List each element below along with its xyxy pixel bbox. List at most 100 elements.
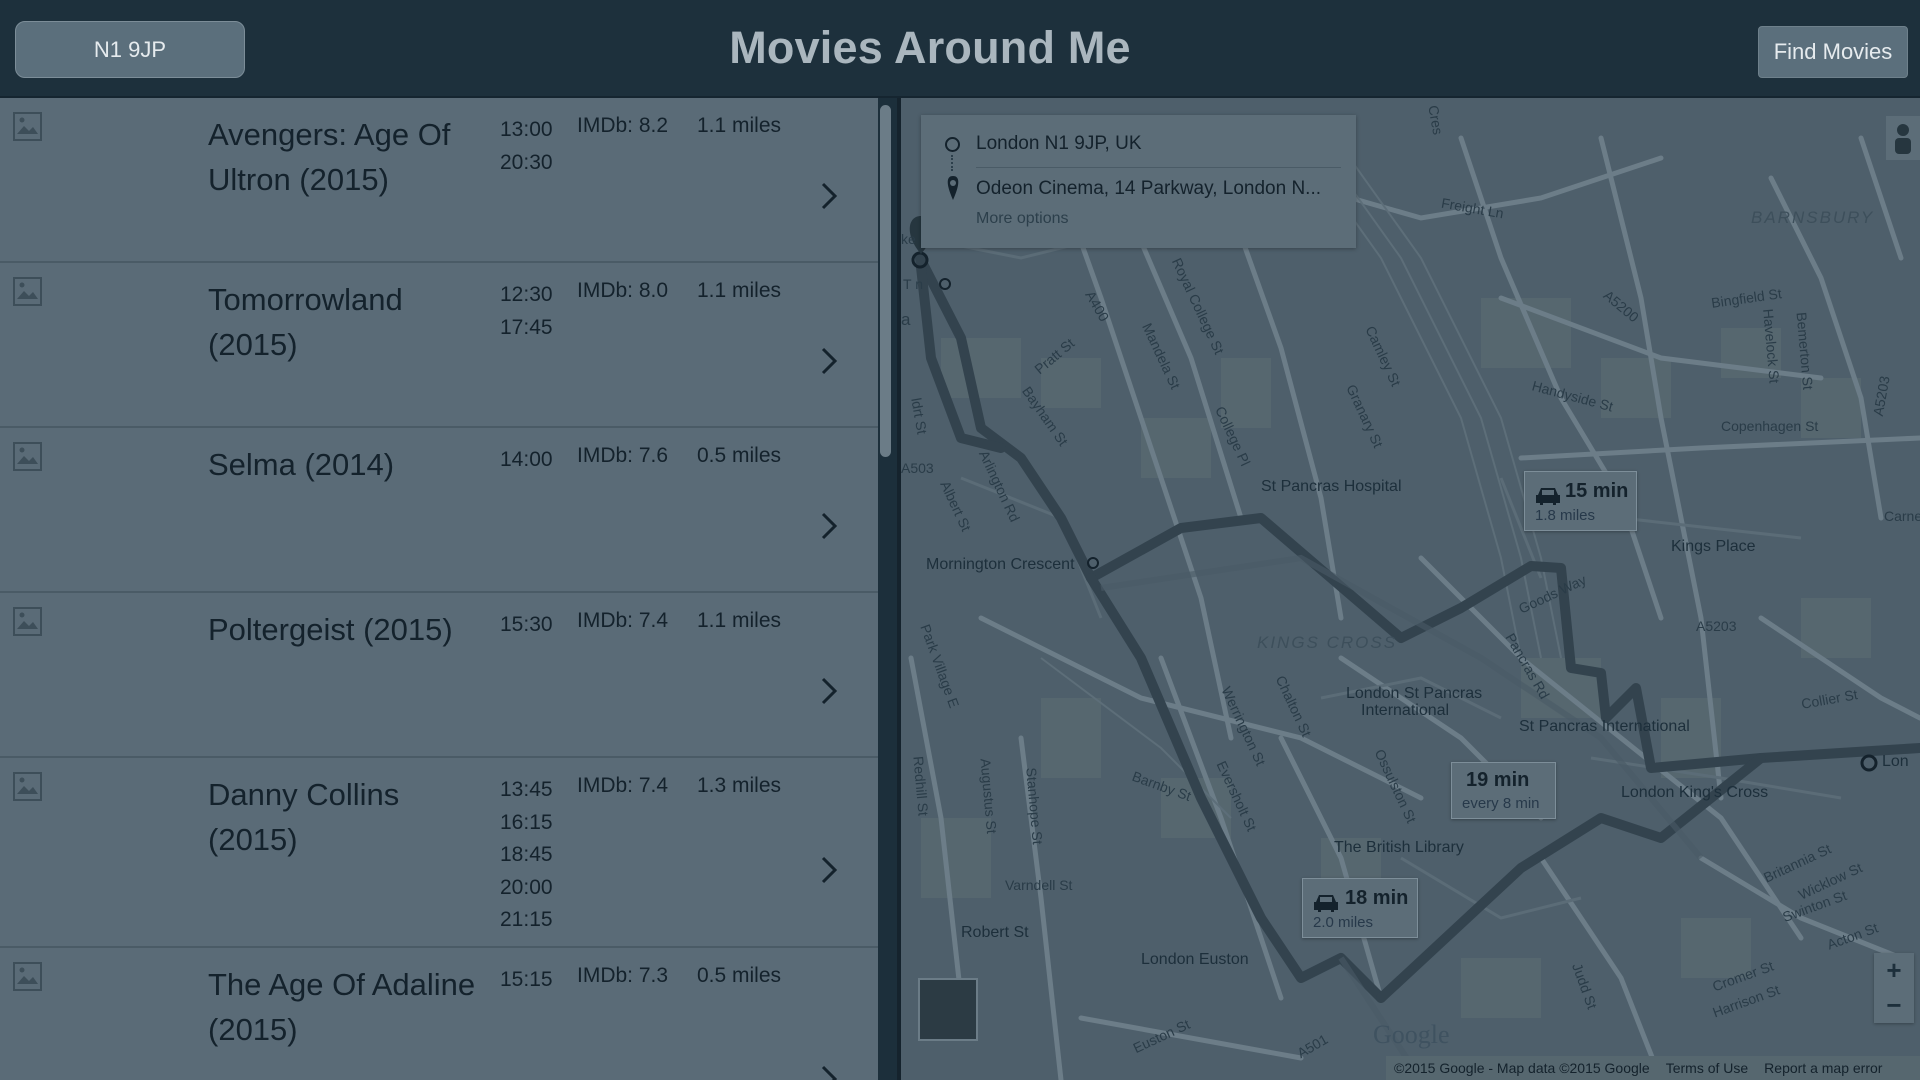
showtime[interactable]: 12:30 (500, 279, 570, 312)
showtimes: 15:30 (500, 609, 570, 642)
movie-row[interactable]: Tomorrowland (2015) 12:30 17:45 IMDb: 8.0 1.… (0, 263, 878, 428)
movie-title: The Age Of Adaline (2015) (208, 967, 476, 1047)
destination-address[interactable]: Odeon Cinema, 14 Parkway, London N... (976, 178, 1321, 200)
map-label-london-kings-cross: London King's Cross (1621, 784, 1769, 801)
movie-title: Selma (2014) (208, 447, 395, 482)
cinema-distance: 1.1 miles (697, 279, 782, 302)
showtime[interactable]: 15:15 (500, 964, 570, 997)
map-label-london-st-pancras-1: London St Pancras (1346, 685, 1483, 702)
showtime[interactable]: 14:00 (500, 444, 570, 477)
movie-title: Tomorrowland (2015) (208, 282, 403, 362)
cinema-distance: 0.5 miles (697, 444, 782, 467)
street-ke: ke (901, 231, 916, 247)
chevron-right-icon[interactable] (815, 345, 843, 377)
route-2-duration: 19 min (1466, 769, 1530, 791)
street-t-n: T n (903, 276, 923, 292)
route-3-duration: 18 min (1345, 887, 1409, 909)
street-a5203: A5203 (1696, 618, 1737, 634)
showtimes: 13:45 16:15 18:45 20:00 21:15 (500, 774, 570, 937)
map-label-british-library: The British Library (1334, 839, 1464, 856)
route-option-car-2[interactable]: 18 min 2.0 miles (1302, 878, 1418, 938)
imdb-rating: IMDb: 7.6 (577, 444, 669, 467)
more-options-link[interactable]: More options (976, 210, 1069, 228)
map-view[interactable]: BARNSBURY KINGS CROSS St Pancras Hospita… (901, 98, 1920, 1080)
route-option-car-1[interactable]: 15 min 1.8 miles (1524, 471, 1637, 531)
map-label-london-st-pancras-2: International (1361, 702, 1450, 719)
showtimes: 12:30 17:45 (500, 279, 570, 344)
showtime[interactable]: 18:45 (500, 839, 570, 872)
chevron-right-icon[interactable] (815, 854, 843, 886)
route-2-frequency: every 8 min (1462, 795, 1540, 812)
report-map-error-link[interactable]: Report a map error (1764, 1060, 1882, 1076)
map-copyright: ©2015 Google - Map data ©2015 Google (1394, 1060, 1650, 1076)
broken-image-icon (13, 112, 42, 141)
app-root: N1 9JP Movies Around Me Find Movies Aven… (0, 0, 1920, 1080)
google-logo: Google (1373, 1020, 1450, 1049)
broken-image-icon (13, 442, 42, 471)
car-icon (1536, 488, 1560, 505)
showtime[interactable]: 16:15 (500, 807, 570, 840)
showtime[interactable]: 20:30 (500, 147, 570, 180)
app-title: Movies Around Me (729, 22, 1131, 73)
street-varndell-st: Varndell St (1005, 877, 1073, 893)
imdb-rating: IMDb: 7.4 (577, 609, 669, 632)
find-movies-button[interactable]: Find Movies (1758, 26, 1908, 78)
showtime[interactable]: 20:00 (500, 872, 570, 905)
map-label-kings-cross: KINGS CROSS (1257, 633, 1398, 652)
broken-image-icon (13, 607, 42, 636)
origin-address[interactable]: London N1 9JP, UK (976, 133, 1142, 155)
imdb-rating: IMDb: 8.2 (577, 114, 669, 137)
cinema-distance: 1.3 miles (697, 774, 782, 797)
broken-image-icon (13, 772, 42, 801)
showtime[interactable]: 15:30 (500, 609, 570, 642)
route-dots-icon (951, 155, 954, 171)
street-carnegie: Carne (1884, 508, 1920, 524)
street-view-pegman-icon[interactable] (1886, 116, 1920, 160)
cinema-distance: 0.5 miles (697, 964, 782, 987)
movie-title: Danny Collins (2015) (208, 777, 400, 857)
map-label-st-pancras-hospital: St Pancras Hospital (1261, 478, 1402, 495)
showtime[interactable]: 13:45 (500, 774, 570, 807)
chevron-right-icon[interactable] (815, 180, 843, 212)
movie-row[interactable]: Poltergeist (2015) 15:30 IMDb: 7.4 1.1 mile… (0, 593, 878, 758)
zoom-controls: + − (1874, 953, 1914, 1023)
chevron-right-icon[interactable] (815, 675, 843, 707)
zoom-out-button[interactable]: − (1874, 988, 1914, 1023)
map-label-london-euston: London Euston (1141, 951, 1249, 968)
imdb-rating: IMDb: 7.4 (577, 774, 669, 797)
imdb-rating: IMDb: 7.3 (577, 964, 669, 987)
terms-of-use-link[interactable]: Terms of Use (1666, 1060, 1748, 1076)
showtime[interactable]: 17:45 (500, 312, 570, 345)
showtime[interactable]: 13:00 (500, 114, 570, 147)
car-icon (1314, 895, 1338, 912)
street-a503: A503 (901, 460, 934, 476)
showtime[interactable]: 21:15 (500, 904, 570, 937)
map-label-kings-place: Kings Place (1671, 538, 1756, 555)
zoom-in-button[interactable]: + (1874, 953, 1914, 988)
movie-row[interactable]: Danny Collins (2015) 13:45 16:15 18:45 20:00… (0, 758, 878, 948)
route-1-duration: 15 min (1565, 480, 1629, 502)
showtimes: 13:00 20:30 (500, 114, 570, 179)
map-label-mornington-crescent: Mornington Crescent (926, 556, 1075, 573)
cinema-distance: 1.1 miles (697, 609, 782, 632)
cinema-distance: 1.1 miles (697, 114, 782, 137)
chevron-right-icon[interactable] (815, 1063, 843, 1080)
destination-pin-icon (947, 176, 959, 200)
map-label-robert-st: Robert St (961, 924, 1029, 941)
chevron-right-icon[interactable] (815, 510, 843, 542)
route-3-distance: 2.0 miles (1313, 914, 1374, 931)
list-scrollbar[interactable] (880, 105, 891, 457)
map-label-st-pancras-international: St Pancras International (1519, 718, 1690, 735)
movie-row[interactable]: Avengers: Age Of Ultron (2015) 13:00 20:30… (0, 98, 878, 263)
movie-row[interactable]: The Age Of Adaline (2015) 15:15 IMDb: 7.3 0… (0, 948, 878, 1080)
map-attribution-bar: ©2015 Google - Map data ©2015 Google Ter… (1386, 1056, 1920, 1080)
directions-separator (976, 167, 1341, 168)
map-label-lon: Lon (1882, 753, 1909, 770)
movie-row[interactable]: Selma (2014) 14:00 IMDb: 7.6 0.5 miles (0, 428, 878, 593)
street-copenhagen-st: Copenhagen St (1721, 418, 1819, 434)
route-1-distance: 1.8 miles (1535, 507, 1596, 524)
satellite-toggle-thumbnail[interactable] (918, 978, 978, 1041)
origin-circle-icon (945, 137, 960, 152)
route-option-transit[interactable]: 19 min every 8 min (1451, 762, 1556, 819)
showtimes: 15:15 (500, 964, 570, 997)
